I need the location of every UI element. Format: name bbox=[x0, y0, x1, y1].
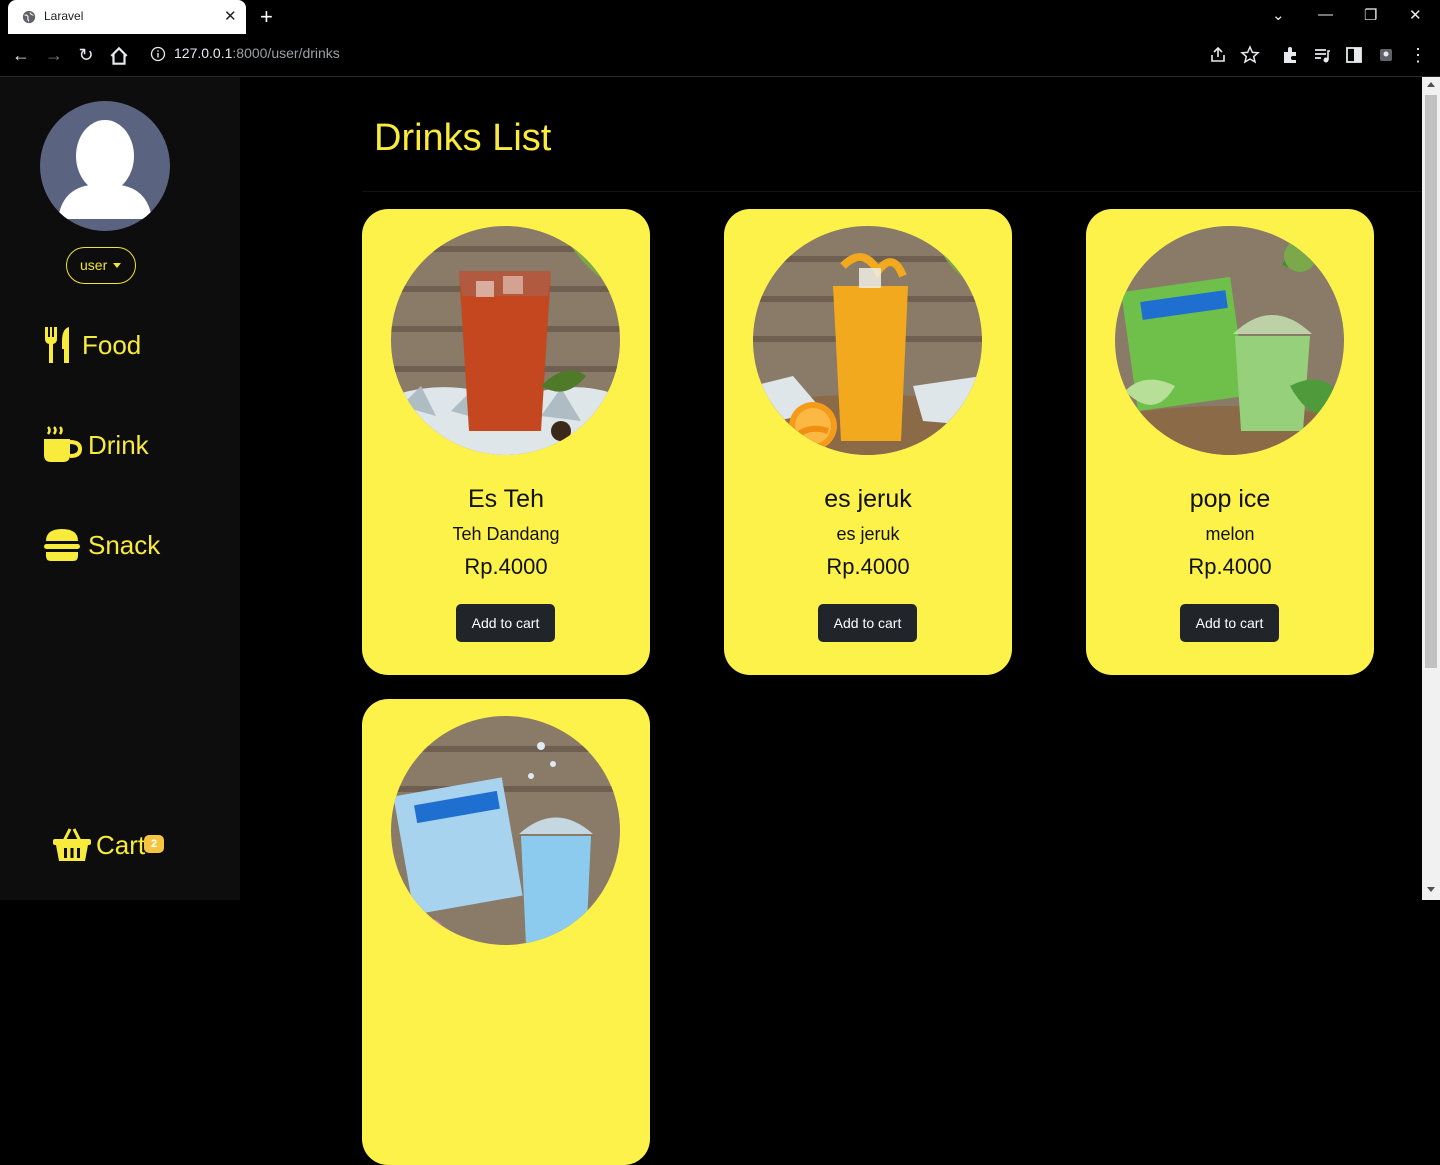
menu-icon[interactable]: ⋮ bbox=[1407, 44, 1429, 66]
scroll-thumb[interactable] bbox=[1425, 95, 1437, 668]
user-silhouette-icon bbox=[58, 120, 152, 219]
browser-tabbar: Laravel ✕ + ⌄ — ❐ ✕ bbox=[0, 0, 1440, 34]
sidebar-item-snack[interactable]: Snack bbox=[42, 525, 160, 565]
new-tab-icon[interactable]: + bbox=[260, 4, 273, 30]
user-dropdown[interactable]: user bbox=[66, 247, 136, 284]
title-divider bbox=[362, 191, 1422, 192]
add-to-cart-button[interactable]: Add to cart bbox=[1180, 604, 1279, 642]
restore-icon[interactable]: ❐ bbox=[1364, 6, 1377, 24]
sidebar-item-label: Food bbox=[82, 329, 142, 360]
main-content: Drinks List Es Teh Teh Dandang Rp.4000 A… bbox=[240, 77, 1422, 1165]
caret-down-icon bbox=[113, 263, 122, 268]
globe-icon bbox=[22, 10, 36, 24]
sidebar-item-label: Snack bbox=[88, 529, 161, 560]
drink-description: Teh Dandang bbox=[452, 524, 560, 544]
share-icon[interactable] bbox=[1208, 45, 1228, 65]
page-scrollbar[interactable] bbox=[1422, 77, 1440, 900]
forward-icon[interactable]: → bbox=[43, 44, 65, 66]
drink-photo bbox=[391, 716, 620, 945]
tab-search-icon[interactable]: ⌄ bbox=[1272, 6, 1285, 24]
side-panel-icon[interactable] bbox=[1344, 45, 1364, 65]
minimize-icon[interactable]: — bbox=[1318, 6, 1333, 23]
tab-title: Laravel bbox=[44, 9, 84, 23]
browser-toolbar: ← → ↻ 127.0.0.1:8000/user/drinks ⋮ bbox=[0, 34, 1440, 77]
sidebar: user Food Drink Snack Cart 2 bbox=[0, 77, 240, 900]
home-icon[interactable] bbox=[108, 45, 130, 67]
sidebar-item-drink[interactable]: Drink bbox=[42, 425, 149, 465]
drink-name: Es Teh bbox=[468, 485, 544, 513]
drink-card: es jeruk es jeruk Rp.4000 Add to cart bbox=[724, 209, 1012, 675]
cart-count-badge: 2 bbox=[144, 835, 165, 853]
drink-photo bbox=[753, 226, 982, 455]
scroll-down-icon[interactable] bbox=[1427, 887, 1435, 892]
drink-price: Rp.4000 bbox=[826, 554, 910, 579]
drink-price: Rp.4000 bbox=[1188, 554, 1272, 579]
drink-name: es jeruk bbox=[824, 485, 912, 513]
add-to-cart-button[interactable]: Add to cart bbox=[456, 604, 555, 642]
bookmark-star-icon[interactable] bbox=[1240, 45, 1260, 65]
add-to-cart-button[interactable]: Add to cart bbox=[818, 604, 917, 642]
profile-icon[interactable] bbox=[1376, 45, 1396, 65]
drink-card: pop ice melon Rp.4000 Add to cart bbox=[1086, 209, 1374, 675]
back-icon[interactable]: ← bbox=[10, 44, 32, 66]
basket-icon bbox=[53, 828, 91, 861]
sidebar-item-food[interactable]: Food bbox=[42, 325, 141, 365]
url-host: 127.0.0.1 bbox=[174, 45, 233, 61]
drink-price: Rp.4000 bbox=[464, 554, 548, 579]
utensils-icon bbox=[45, 327, 69, 363]
drink-card bbox=[362, 699, 650, 1165]
browser-tab[interactable]: Laravel ✕ bbox=[8, 0, 246, 34]
burger-icon bbox=[44, 529, 80, 561]
media-queue-icon[interactable] bbox=[1312, 45, 1332, 65]
drink-description: es jeruk bbox=[836, 524, 900, 544]
sidebar-item-label: Drink bbox=[88, 429, 149, 460]
reload-icon[interactable]: ↻ bbox=[75, 44, 97, 66]
page-title: Drinks List bbox=[374, 117, 552, 159]
extensions-icon[interactable] bbox=[1280, 45, 1300, 65]
url-path: :8000/user/drinks bbox=[232, 45, 340, 61]
drink-card: Es Teh Teh Dandang Rp.4000 Add to cart bbox=[362, 209, 650, 675]
info-icon[interactable] bbox=[150, 46, 166, 62]
drink-description: melon bbox=[1205, 524, 1255, 544]
mug-hot-icon bbox=[44, 426, 82, 462]
address-bar[interactable]: 127.0.0.1:8000/user/drinks bbox=[174, 45, 340, 61]
window-close-icon[interactable]: ✕ bbox=[1409, 6, 1422, 24]
drink-photo bbox=[1115, 226, 1344, 455]
close-icon[interactable]: ✕ bbox=[224, 7, 237, 25]
cart-link[interactable]: Cart 2 bbox=[52, 827, 165, 863]
drink-photo bbox=[391, 226, 620, 455]
cart-label: Cart bbox=[96, 829, 146, 860]
drink-name: pop ice bbox=[1189, 485, 1271, 513]
page: user Food Drink Snack Cart 2 Drinks List… bbox=[0, 77, 1440, 1165]
avatar bbox=[40, 101, 170, 231]
user-dropdown-label: user bbox=[80, 257, 108, 273]
scroll-up-icon[interactable] bbox=[1427, 82, 1435, 87]
